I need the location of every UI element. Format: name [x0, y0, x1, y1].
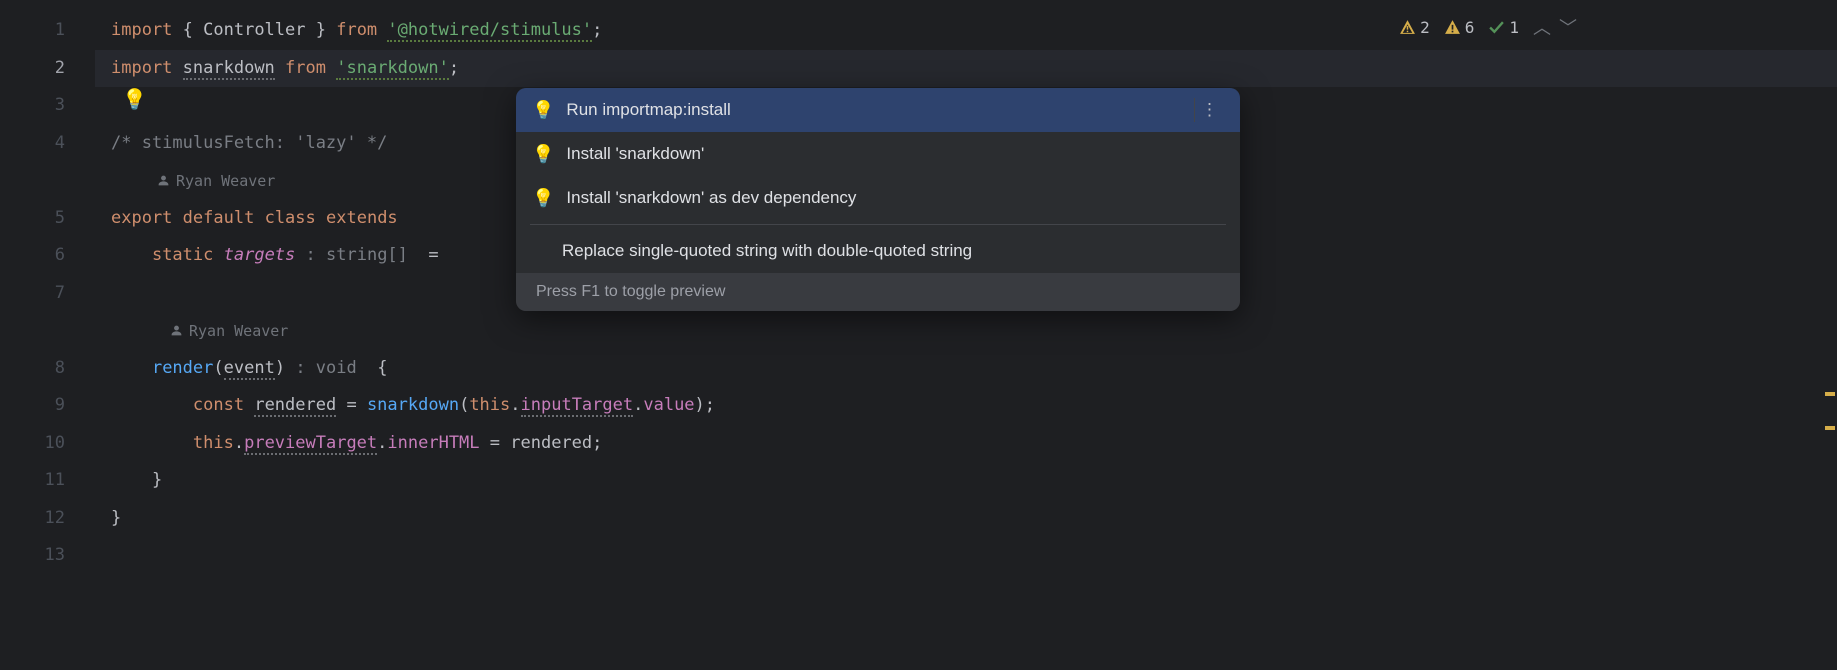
- warning-triangle-icon: [1444, 19, 1461, 36]
- line-number[interactable]: 12: [0, 500, 95, 538]
- gutter: 1 2 3 4 5 6 7 8 9 10 11 12 13: [0, 0, 95, 670]
- intention-action-label: Install 'snarkdown': [566, 144, 1224, 164]
- line-number[interactable]: 4: [0, 125, 95, 163]
- line-number[interactable]: 9: [0, 387, 95, 425]
- more-vertical-icon[interactable]: ⋮: [1194, 98, 1224, 122]
- line-number[interactable]: 2: [0, 50, 95, 88]
- popup-hint: Press F1 to toggle preview: [516, 273, 1240, 311]
- checkmark-icon: [1488, 19, 1505, 36]
- warning-count[interactable]: 6: [1444, 18, 1475, 37]
- weak-warning-count[interactable]: 2: [1399, 18, 1430, 37]
- code-line-10[interactable]: this.previewTarget.innerHTML = rendered;: [95, 425, 1837, 463]
- git-blame-annotation[interactable]: Ryan Weaver: [95, 312, 1837, 350]
- code-line-9[interactable]: const rendered = snarkdown(this.inputTar…: [95, 387, 1837, 425]
- code-line-11[interactable]: }: [95, 462, 1837, 500]
- inspection-nav: ︿ ﹀: [1533, 14, 1577, 40]
- lightbulb-icon: 💡: [532, 100, 554, 121]
- code-line-13[interactable]: [95, 537, 1837, 575]
- line-number[interactable]: 5: [0, 200, 95, 238]
- intention-bulb-icon[interactable]: 💡: [122, 87, 147, 111]
- lightbulb-icon: 💡: [532, 144, 554, 165]
- ok-count[interactable]: 1: [1488, 18, 1519, 37]
- person-icon: [170, 324, 183, 337]
- code-line-8[interactable]: render(event) : void {: [95, 350, 1837, 388]
- line-number[interactable]: 10: [0, 425, 95, 463]
- line-number[interactable]: 8: [0, 350, 95, 388]
- chevron-down-icon[interactable]: ﹀: [1559, 14, 1577, 40]
- inspection-status-bar[interactable]: 2 6 1 ︿ ﹀: [1399, 14, 1577, 40]
- warning-triangle-icon: [1399, 19, 1416, 36]
- intention-action-item[interactable]: 💡 Install 'snarkdown': [516, 132, 1240, 176]
- line-number[interactable]: 11: [0, 462, 95, 500]
- intention-action-label: Replace single-quoted string with double…: [562, 241, 1224, 261]
- divider: [530, 224, 1226, 225]
- intention-action-label: Install 'snarkdown' as dev dependency: [566, 188, 1224, 208]
- blame-author: Ryan Weaver: [176, 172, 275, 190]
- code-line-2[interactable]: import snarkdown from 'snarkdown';: [95, 50, 1837, 88]
- error-stripe[interactable]: [1823, 0, 1837, 670]
- blame-author: Ryan Weaver: [189, 322, 288, 340]
- line-number[interactable]: 13: [0, 537, 95, 575]
- intention-actions-popup: 💡 Run importmap:install ⋮ 💡 Install 'sna…: [516, 88, 1240, 311]
- warning-marker[interactable]: [1825, 392, 1835, 396]
- line-number[interactable]: 1: [0, 12, 95, 50]
- intention-action-item[interactable]: 💡 Install 'snarkdown' as dev dependency: [516, 176, 1240, 220]
- chevron-up-icon[interactable]: ︿: [1533, 14, 1551, 40]
- line-number[interactable]: 6: [0, 237, 95, 275]
- lightbulb-icon: 💡: [532, 188, 554, 209]
- line-number[interactable]: [0, 312, 95, 350]
- intention-action-label: Run importmap:install: [566, 100, 1182, 120]
- code-line-12[interactable]: }: [95, 500, 1837, 538]
- line-number[interactable]: 7: [0, 275, 95, 313]
- intention-action-item[interactable]: Replace single-quoted string with double…: [516, 229, 1240, 273]
- person-icon: [157, 174, 170, 187]
- intention-action-item[interactable]: 💡 Run importmap:install ⋮: [516, 88, 1240, 132]
- line-number[interactable]: [0, 162, 95, 200]
- line-number[interactable]: 3: [0, 87, 95, 125]
- warning-marker[interactable]: [1825, 426, 1835, 430]
